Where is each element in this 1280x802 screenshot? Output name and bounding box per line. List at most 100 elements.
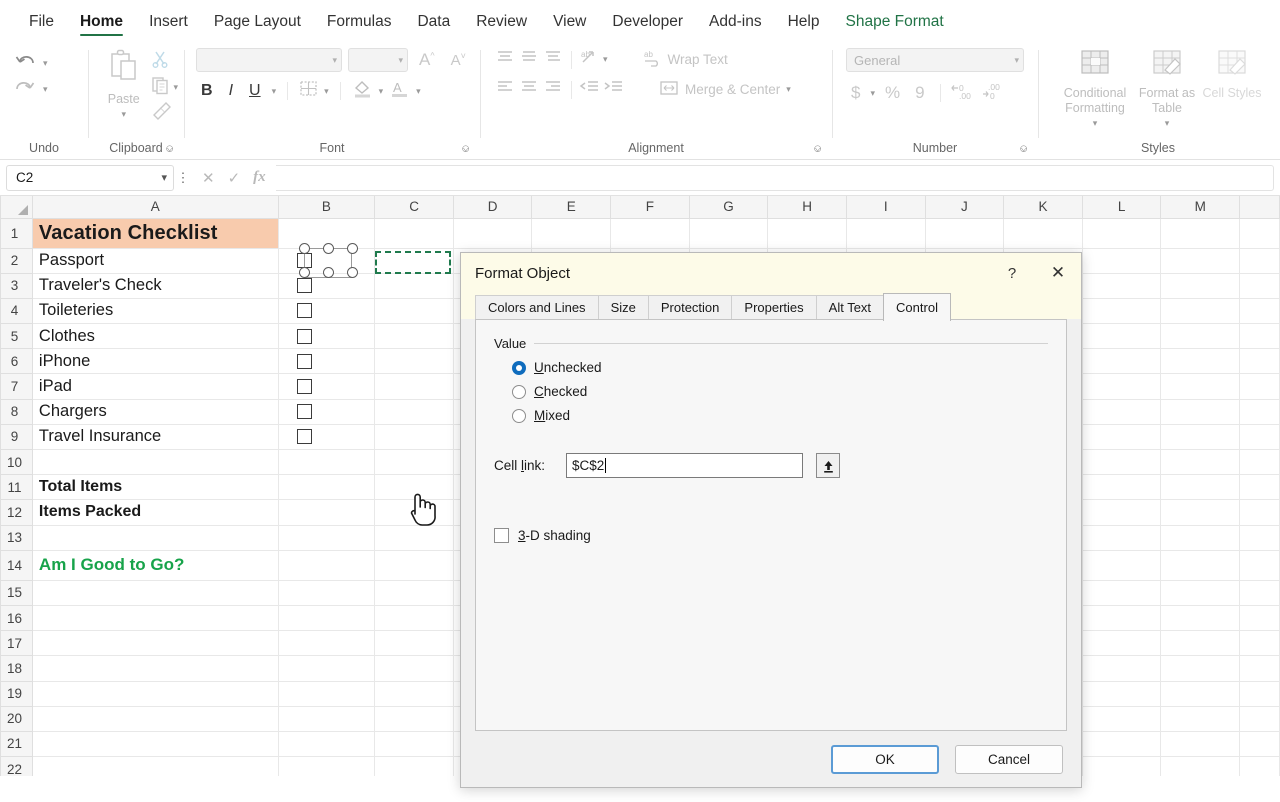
cell-A14[interactable]: Am I Good to Go? [32, 550, 278, 580]
italic-button[interactable]: I [224, 80, 238, 102]
cell-N11-partial[interactable] [1240, 475, 1280, 500]
cell-B15[interactable] [278, 580, 375, 605]
checkbox-icon[interactable] [297, 379, 312, 394]
font-color-icon[interactable]: A [389, 79, 410, 103]
copy-dropdown-caret-icon[interactable]: ▾ [173, 82, 178, 93]
conditional-formatting-caret-icon[interactable]: ▾ [1093, 116, 1098, 131]
column-header-i[interactable]: I [846, 196, 925, 218]
number-dialog-launcher-icon[interactable]: ⎉ [1019, 143, 1028, 156]
checkbox-control-B7[interactable] [285, 379, 371, 394]
cell-C7[interactable] [375, 374, 454, 399]
cell-M8[interactable] [1161, 399, 1240, 424]
number-format-caret-icon[interactable]: ▾ [1014, 55, 1019, 66]
cell-L14[interactable] [1082, 550, 1161, 580]
cell-N4-partial[interactable] [1240, 298, 1280, 323]
cell-L19[interactable] [1082, 681, 1161, 706]
fill-color-icon[interactable] [352, 79, 373, 103]
cell-L11[interactable] [1082, 475, 1161, 500]
cell-M2[interactable] [1161, 248, 1240, 273]
cell-M12[interactable] [1161, 500, 1240, 525]
radio-mixed[interactable]: Mixed [512, 408, 1048, 423]
percent-button[interactable]: % [880, 81, 905, 105]
redo-dropdown-caret-icon[interactable]: ▾ [43, 84, 48, 95]
cell-L21[interactable] [1082, 731, 1161, 756]
cell-C1[interactable] [375, 218, 454, 248]
name-box[interactable]: C2 ▾ [6, 165, 174, 191]
row-header-4[interactable]: 4 [1, 298, 33, 323]
cell-L12[interactable] [1082, 500, 1161, 525]
cell-B6[interactable] [278, 349, 375, 374]
merge-center-caret-icon[interactable]: ▾ [786, 84, 791, 95]
cell-A15[interactable] [32, 580, 278, 605]
cell-N17-partial[interactable] [1240, 631, 1280, 656]
font-name-caret-icon[interactable]: ▾ [332, 55, 337, 66]
cell-B10[interactable] [278, 450, 375, 475]
column-header-l[interactable]: L [1082, 196, 1161, 218]
checkbox-control-B6[interactable] [285, 354, 371, 369]
row-header-13[interactable]: 13 [1, 525, 33, 550]
align-left-icon[interactable] [494, 79, 516, 100]
cell-N1-partial[interactable] [1240, 218, 1280, 248]
cell-B20[interactable] [278, 706, 375, 731]
row-header-19[interactable]: 19 [1, 681, 33, 706]
orientation-caret-icon[interactable]: ▾ [603, 54, 608, 65]
cell-F1[interactable] [611, 218, 690, 248]
cell-L18[interactable] [1082, 656, 1161, 681]
column-header-b[interactable]: B [278, 196, 375, 218]
cell-B1[interactable] [278, 218, 375, 248]
cell-C17[interactable] [375, 631, 454, 656]
cell-L17[interactable] [1082, 631, 1161, 656]
cell-L13[interactable] [1082, 525, 1161, 550]
format-as-table-button[interactable]: Format as Table ▾ [1134, 48, 1200, 131]
checkbox-icon[interactable] [297, 278, 312, 293]
underline-caret-icon[interactable]: ▾ [272, 86, 277, 97]
cell-N15-partial[interactable] [1240, 580, 1280, 605]
cell-N20-partial[interactable] [1240, 706, 1280, 731]
cell-C19[interactable] [375, 681, 454, 706]
cell-A3[interactable]: Traveler's Check [32, 273, 278, 298]
cell-B7[interactable] [278, 374, 375, 399]
ribbon-tab-help[interactable]: Help [775, 11, 833, 38]
cell-N8-partial[interactable] [1240, 399, 1280, 424]
cell-L7[interactable] [1082, 374, 1161, 399]
font-color-caret-icon[interactable]: ▾ [416, 86, 421, 97]
cell-styles-button[interactable]: Cell Styles [1202, 48, 1262, 101]
cell-N6-partial[interactable] [1240, 349, 1280, 374]
cell-B12[interactable] [278, 500, 375, 525]
cell-A20[interactable] [32, 706, 278, 731]
cell-B21[interactable] [278, 731, 375, 756]
ribbon-tab-page-layout[interactable]: Page Layout [201, 11, 314, 38]
column-header-c[interactable]: C [375, 196, 454, 218]
row-header-8[interactable]: 8 [1, 399, 33, 424]
cell-C4[interactable] [375, 298, 454, 323]
cell-B22[interactable] [278, 757, 375, 776]
paste-dropdown-caret-icon[interactable]: ▾ [121, 107, 126, 122]
cell-H1[interactable] [768, 218, 847, 248]
cell-N13-partial[interactable] [1240, 525, 1280, 550]
increase-indent-icon[interactable] [603, 79, 625, 100]
column-header-a[interactable]: A [32, 196, 278, 218]
row-header-20[interactable]: 20 [1, 706, 33, 731]
cell-C3[interactable] [375, 273, 454, 298]
cell-E1[interactable] [532, 218, 611, 248]
row-header-11[interactable]: 11 [1, 475, 33, 500]
underline-button[interactable]: U [244, 80, 266, 102]
ribbon-tab-developer[interactable]: Developer [599, 11, 696, 38]
row-header-7[interactable]: 7 [1, 374, 33, 399]
dialog-tab-control[interactable]: Control [883, 293, 951, 321]
cell-A11[interactable]: Total Items [32, 475, 278, 500]
cell-L1[interactable] [1082, 218, 1161, 248]
cell-C22[interactable] [375, 757, 454, 776]
cell-M18[interactable] [1161, 656, 1240, 681]
ribbon-tab-insert[interactable]: Insert [136, 11, 201, 38]
cell-M10[interactable] [1161, 450, 1240, 475]
decrease-font-size-icon[interactable]: A˅ [446, 49, 471, 71]
dialog-title-bar[interactable]: Format Object ? ✕ [461, 253, 1081, 293]
ribbon-tab-formulas[interactable]: Formulas [314, 11, 405, 38]
cell-M9[interactable] [1161, 424, 1240, 449]
decrease-indent-icon[interactable] [579, 79, 601, 100]
paste-button[interactable]: Paste ▾ [100, 48, 147, 122]
increase-font-size-icon[interactable]: A^ [414, 48, 440, 72]
cell-L5[interactable] [1082, 324, 1161, 349]
cell-A22[interactable] [32, 757, 278, 776]
